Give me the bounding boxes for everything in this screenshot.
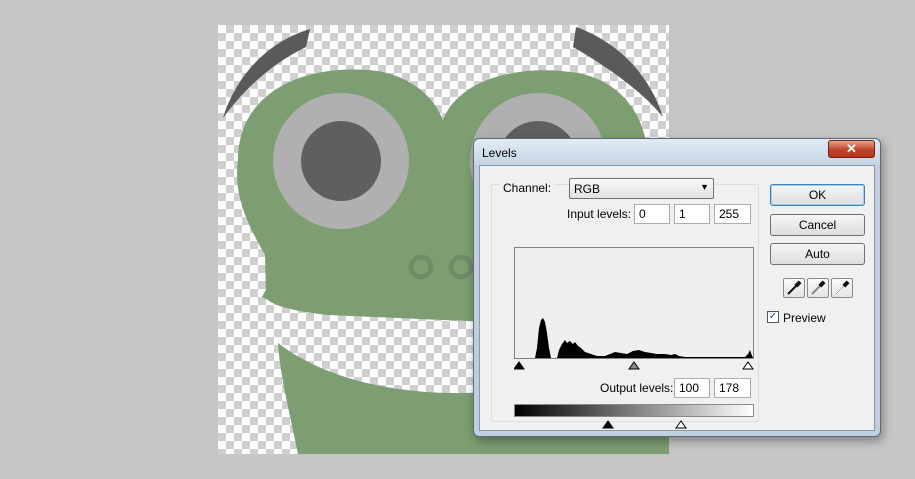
levels-dialog: Levels ✕ Channel: RGB ▼ Input levels: 0 … xyxy=(473,138,881,437)
output-gradient-bar xyxy=(514,404,754,417)
auto-button[interactable]: Auto xyxy=(770,243,865,265)
histogram-graph xyxy=(515,318,753,358)
close-button[interactable]: ✕ xyxy=(828,140,875,158)
gray-point-eyedropper-icon xyxy=(811,280,826,295)
input-black-point-handle[interactable] xyxy=(513,361,525,370)
dialog-client-area: Channel: RGB ▼ Input levels: 0 1 255 Out… xyxy=(479,165,875,431)
white-point-eyedropper-button[interactable] xyxy=(831,278,853,298)
input-white-point-handle[interactable] xyxy=(742,361,754,370)
channel-select[interactable]: RGB ▼ xyxy=(569,178,714,199)
channel-label: Channel: xyxy=(500,181,555,195)
input-level-gamma-field[interactable]: 1 xyxy=(674,204,710,224)
input-levels-label: Input levels: xyxy=(567,207,632,221)
checkmark-icon: ✓ xyxy=(768,311,778,322)
cancel-button[interactable]: Cancel xyxy=(770,214,865,236)
dialog-title: Levels xyxy=(482,146,517,160)
dialog-title-bar[interactable]: Levels ✕ xyxy=(474,139,880,165)
channel-value: RGB xyxy=(574,182,601,196)
input-gamma-handle[interactable] xyxy=(628,361,640,370)
black-point-eyedropper-icon xyxy=(787,280,802,295)
input-levels-slider[interactable] xyxy=(513,359,754,370)
input-level-white-field[interactable]: 255 xyxy=(714,204,751,224)
output-levels-label: Output levels: xyxy=(600,381,674,395)
output-levels-slider[interactable] xyxy=(514,418,754,429)
black-point-eyedropper-button[interactable] xyxy=(783,278,805,298)
chevron-down-icon: ▼ xyxy=(700,182,709,192)
output-level-white-field[interactable]: 178 xyxy=(714,378,751,398)
output-level-black-field[interactable]: 100 xyxy=(674,378,710,398)
preview-checkbox[interactable]: ✓ xyxy=(767,311,779,323)
histogram xyxy=(514,247,754,359)
levels-group-box: Channel: RGB ▼ Input levels: 0 1 255 Out… xyxy=(491,178,759,429)
white-point-eyedropper-icon xyxy=(835,280,850,295)
close-icon: ✕ xyxy=(846,141,857,156)
input-level-black-field[interactable]: 0 xyxy=(634,204,670,224)
ok-button[interactable]: OK xyxy=(770,184,865,206)
preview-label: Preview xyxy=(783,311,826,325)
output-black-handle[interactable] xyxy=(602,420,614,429)
gray-point-eyedropper-button[interactable] xyxy=(807,278,829,298)
output-white-handle[interactable] xyxy=(675,420,687,429)
